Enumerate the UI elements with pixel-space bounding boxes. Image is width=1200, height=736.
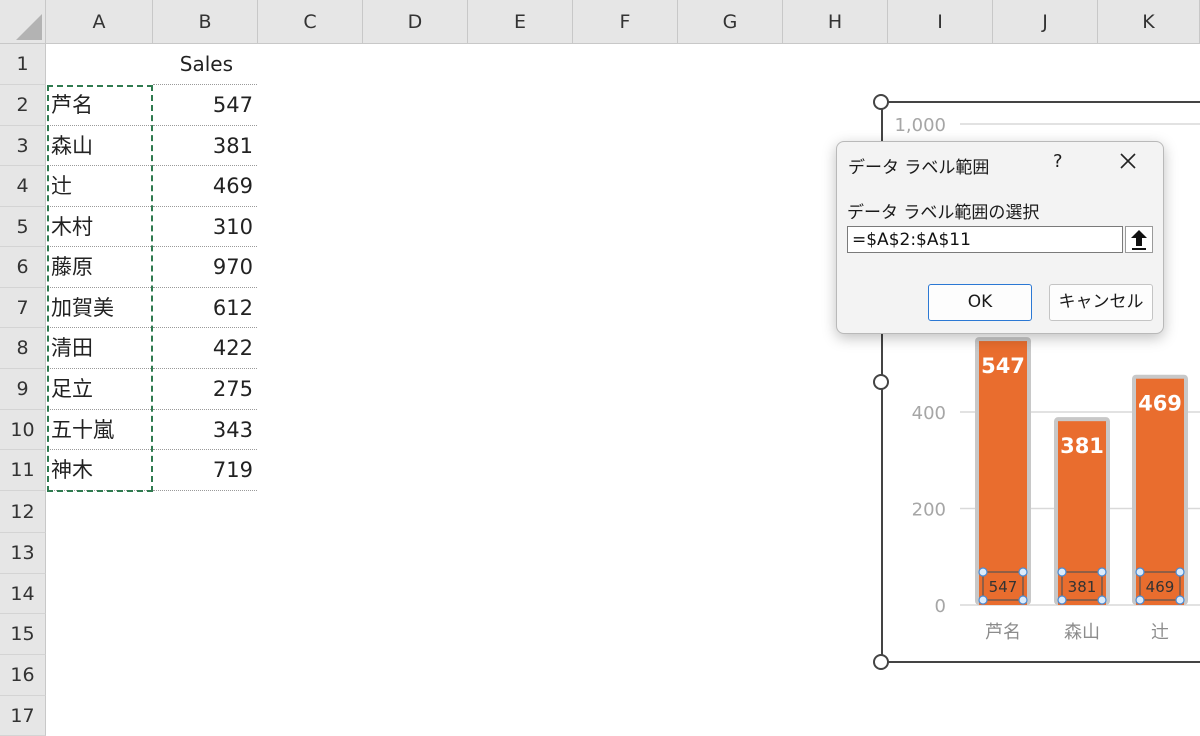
row-header-13[interactable]: 13 xyxy=(0,533,46,574)
row-header-10[interactable]: 10 xyxy=(0,410,46,450)
cell-sales-value[interactable]: 422 xyxy=(153,328,257,369)
y-tick-label: 0 xyxy=(935,596,946,617)
bar-value-label: 547 xyxy=(981,354,1025,378)
help-button[interactable]: ? xyxy=(1053,151,1063,172)
cell-sales-value[interactable]: 612 xyxy=(153,288,257,328)
cell-sales-value[interactable]: 275 xyxy=(153,369,257,410)
selection-handle[interactable] xyxy=(1097,567,1107,577)
bar-value-label: 381 xyxy=(1060,434,1104,458)
column-header-i[interactable]: I xyxy=(888,0,993,44)
row-header-3[interactable]: 3 xyxy=(0,126,46,166)
selection-handle[interactable] xyxy=(1057,567,1067,577)
column-header-c[interactable]: C xyxy=(258,0,363,44)
selection-handle[interactable] xyxy=(978,595,988,605)
cell-sales-value[interactable]: 343 xyxy=(153,410,257,450)
row-header-14[interactable]: 14 xyxy=(0,574,46,614)
data-label-text: 469 xyxy=(1146,578,1175,596)
close-button[interactable] xyxy=(1115,148,1141,174)
cell-sales-value[interactable]: 469 xyxy=(153,166,257,207)
selection-handle[interactable] xyxy=(1097,595,1107,605)
select-all-triangle-icon xyxy=(16,14,42,40)
selection-handle[interactable] xyxy=(1135,595,1145,605)
chart-resize-handle[interactable] xyxy=(873,654,889,670)
y-tick-label: 1,000 xyxy=(894,115,946,136)
column-header-k[interactable]: K xyxy=(1098,0,1200,44)
data-label-range-dialog: データ ラベル範囲 ? データ ラベル範囲の選択 OK キャンセル xyxy=(836,141,1164,334)
x-category-label: 辻 xyxy=(1151,622,1169,643)
column-header-f[interactable]: F xyxy=(573,0,678,44)
y-tick-label: 400 xyxy=(912,403,946,424)
row-header-12[interactable]: 12 xyxy=(0,491,46,533)
copy-selection-marquee xyxy=(47,85,153,492)
bar-value-label: 469 xyxy=(1138,392,1182,416)
row-header-1[interactable]: 1 xyxy=(0,44,46,85)
x-category-label: 芦名 xyxy=(985,622,1021,643)
close-icon xyxy=(1120,153,1136,169)
chart-resize-handle[interactable] xyxy=(873,374,889,390)
selection-handle[interactable] xyxy=(1175,567,1185,577)
row-header-8[interactable]: 8 xyxy=(0,328,46,369)
cell-sales-value[interactable]: 381 xyxy=(153,126,257,166)
row-header-5[interactable]: 5 xyxy=(0,207,46,247)
row-header-17[interactable]: 17 xyxy=(0,696,46,736)
row-header-4[interactable]: 4 xyxy=(0,166,46,207)
row-header-15[interactable]: 15 xyxy=(0,614,46,655)
row-header-2[interactable]: 2 xyxy=(0,85,46,126)
data-label-text: 381 xyxy=(1068,578,1097,596)
column-header-a[interactable]: A xyxy=(46,0,153,44)
dialog-title: データ ラベル範囲 xyxy=(848,158,990,178)
column-header-e[interactable]: E xyxy=(468,0,573,44)
selection-handle[interactable] xyxy=(1018,567,1028,577)
bar[interactable] xyxy=(979,341,1027,605)
row-header-11[interactable]: 11 xyxy=(0,450,46,491)
row-header-9[interactable]: 9 xyxy=(0,369,46,410)
range-prompt-label: データ ラベル範囲の選択 xyxy=(847,203,1040,223)
x-category-label: 森山 xyxy=(1064,622,1100,643)
column-header-j[interactable]: J xyxy=(993,0,1098,44)
y-tick-label: 200 xyxy=(912,500,946,521)
select-all-corner[interactable] xyxy=(0,0,46,44)
chart-resize-handle[interactable] xyxy=(873,94,889,110)
row-1-divider xyxy=(153,44,257,85)
row-header-7[interactable]: 7 xyxy=(0,288,46,328)
selection-handle[interactable] xyxy=(1175,595,1185,605)
column-header-g[interactable]: G xyxy=(678,0,783,44)
row-header-6[interactable]: 6 xyxy=(0,247,46,288)
cell-sales-value[interactable]: 547 xyxy=(153,85,257,126)
row-header-16[interactable]: 16 xyxy=(0,655,46,696)
ok-button[interactable]: OK xyxy=(928,284,1032,321)
column-header-h[interactable]: H xyxy=(783,0,888,44)
column-header-b[interactable]: B xyxy=(153,0,258,44)
range-input[interactable] xyxy=(847,226,1123,253)
cancel-button[interactable]: キャンセル xyxy=(1049,284,1153,321)
cell-sales-value[interactable]: 970 xyxy=(153,247,257,288)
cell-sales-value[interactable]: 310 xyxy=(153,207,257,247)
column-header-d[interactable]: D xyxy=(363,0,468,44)
selection-handle[interactable] xyxy=(978,567,988,577)
cell-sales-value[interactable]: 719 xyxy=(153,450,257,491)
selection-handle[interactable] xyxy=(1018,595,1028,605)
selection-handle[interactable] xyxy=(1135,567,1145,577)
arrow-up-icon xyxy=(1131,230,1147,250)
collapse-dialog-button[interactable] xyxy=(1125,226,1153,253)
selection-handle[interactable] xyxy=(1057,595,1067,605)
data-label-text: 547 xyxy=(989,578,1018,596)
